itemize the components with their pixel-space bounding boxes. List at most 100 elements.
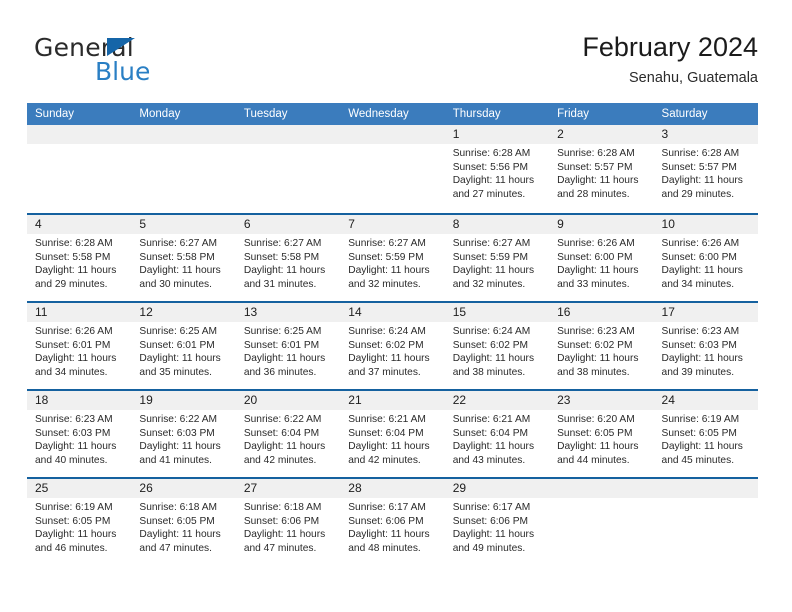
calendar-day-cell[interactable]: 6 Sunrise: 6:27 AM Sunset: 5:58 PM Daylight…: [235, 215, 341, 301]
sunset-text: Sunset: 6:01 PM: [139, 339, 215, 351]
daylight-text: Daylight: 11 hours and 45 minutes.: [661, 441, 743, 466]
calendar-day-cell[interactable]: 3 Sunrise: 6:28 AM Sunset: 5:57 PM Daylight…: [653, 125, 758, 213]
day-sun-info: Sunrise: 6:17 AM Sunset: 6:06 PM Daylight:…: [445, 498, 549, 555]
calendar-day-cell[interactable]: 10 Sunrise: 6:26 AM Sunset: 6:00 PM Dayligh…: [653, 215, 758, 301]
calendar-day-cell[interactable]: 15 Sunrise: 6:24 AM Sunset: 6:02 PM Dayligh…: [444, 303, 550, 389]
day-sun-info: Sunrise: 6:19 AM Sunset: 6:05 PM Daylight:…: [654, 410, 758, 467]
calendar-day-cell[interactable]: 4 Sunrise: 6:28 AM Sunset: 5:58 PM Daylight…: [27, 215, 132, 301]
sunrise-text: Sunrise: 6:26 AM: [661, 238, 740, 249]
general-blue-logo[interactable]: General Blue: [34, 34, 264, 96]
sunrise-text: Sunrise: 6:19 AM: [661, 414, 740, 425]
calendar-day-cell[interactable]: 29 Sunrise: 6:17 AM Sunset: 6:06 PM Dayligh…: [444, 479, 550, 565]
calendar-day-cell[interactable]: 23 Sunrise: 6:20 AM Sunset: 6:05 PM Dayligh…: [549, 391, 654, 477]
weekday-header-saturday: Saturday: [661, 108, 708, 120]
day-number: 28: [340, 479, 445, 498]
calendar-day-cell[interactable]: 7 Sunrise: 6:27 AM Sunset: 5:59 PM Daylight…: [340, 215, 445, 301]
sunset-text: Sunset: 6:05 PM: [139, 515, 215, 527]
calendar-day-cell-empty: [27, 125, 132, 213]
sunrise-text: Sunrise: 6:27 AM: [243, 238, 322, 249]
logo-triangle-icon: [107, 38, 135, 56]
logo-text-blue: Blue: [95, 57, 151, 86]
daylight-text: Daylight: 11 hours and 44 minutes.: [557, 441, 639, 466]
calendar-day-cell[interactable]: 12 Sunrise: 6:25 AM Sunset: 6:01 PM Dayligh…: [131, 303, 236, 389]
day-number: [340, 125, 445, 144]
day-sun-info: Sunrise: 6:18 AM Sunset: 6:05 PM Daylight:…: [131, 498, 235, 555]
calendar-week-row: 18 Sunrise: 6:23 AM Sunset: 6:03 PM Dayligh…: [27, 389, 758, 477]
calendar-day-cell[interactable]: 20 Sunrise: 6:22 AM Sunset: 6:04 PM Dayligh…: [235, 391, 341, 477]
sunrise-text: Sunrise: 6:21 AM: [348, 414, 426, 425]
calendar-day-cell[interactable]: 19 Sunrise: 6:22 AM Sunset: 6:03 PM Dayligh…: [131, 391, 236, 477]
calendar-day-cell[interactable]: 11 Sunrise: 6:26 AM Sunset: 6:01 PM Dayligh…: [27, 303, 132, 389]
weekday-header-sunday: Sunday: [35, 108, 75, 120]
sunrise-text: Sunrise: 6:17 AM: [452, 502, 531, 513]
sunset-text: Sunset: 6:04 PM: [243, 427, 320, 439]
sunset-text: Sunset: 6:02 PM: [452, 339, 529, 351]
calendar-week-row: 11 Sunrise: 6:26 AM Sunset: 6:01 PM Dayligh…: [27, 301, 758, 389]
calendar-day-cell[interactable]: 1 Sunrise: 6:28 AM Sunset: 5:56 PM Daylight…: [444, 125, 550, 213]
sunset-text: Sunset: 6:02 PM: [557, 339, 633, 351]
day-number: 19: [131, 391, 236, 410]
calendar-day-cell[interactable]: 16 Sunrise: 6:23 AM Sunset: 6:02 PM Dayligh…: [549, 303, 654, 389]
day-number: 5: [131, 215, 236, 234]
calendar-day-cell[interactable]: 22 Sunrise: 6:21 AM Sunset: 6:04 PM Dayligh…: [444, 391, 550, 477]
calendar-day-cell[interactable]: 26 Sunrise: 6:18 AM Sunset: 6:05 PM Dayligh…: [131, 479, 236, 565]
sunrise-text: Sunrise: 6:23 AM: [35, 414, 113, 425]
calendar-day-cell[interactable]: 27 Sunrise: 6:18 AM Sunset: 6:06 PM Dayligh…: [235, 479, 341, 565]
day-number: [235, 125, 341, 144]
calendar-day-cell-empty: [131, 125, 236, 213]
sunrise-text: Sunrise: 6:18 AM: [243, 502, 322, 513]
day-sun-info: Sunrise: 6:23 AM Sunset: 6:03 PM Daylight:…: [27, 410, 131, 467]
weekday-header-row: Sunday Monday Tuesday Wednesday Thursday Frid…: [27, 103, 758, 125]
page-header: General Blue February 2024 Senahu, Guate…: [34, 30, 758, 96]
calendar-day-cell[interactable]: 5 Sunrise: 6:27 AM Sunset: 5:58 PM Daylight…: [131, 215, 236, 301]
sunrise-text: Sunrise: 6:24 AM: [452, 326, 531, 337]
sunrise-text: Sunrise: 6:26 AM: [35, 326, 113, 337]
calendar-day-cell[interactable]: 18 Sunrise: 6:23 AM Sunset: 6:03 PM Dayligh…: [27, 391, 132, 477]
day-sun-info: Sunrise: 6:28 AM Sunset: 5:57 PM Daylight:…: [549, 144, 653, 201]
calendar-day-cell[interactable]: 17 Sunrise: 6:23 AM Sunset: 6:03 PM Dayligh…: [653, 303, 758, 389]
day-number: 11: [27, 303, 132, 322]
day-number: [549, 479, 654, 498]
sunset-text: Sunset: 6:06 PM: [452, 515, 529, 527]
day-sun-info: Sunrise: 6:24 AM Sunset: 6:02 PM Daylight:…: [445, 322, 549, 379]
day-number: 29: [444, 479, 550, 498]
calendar-day-cell[interactable]: 13 Sunrise: 6:25 AM Sunset: 6:01 PM Dayligh…: [235, 303, 341, 389]
calendar-day-cell[interactable]: 14 Sunrise: 6:24 AM Sunset: 6:02 PM Dayligh…: [340, 303, 445, 389]
sunrise-text: Sunrise: 6:25 AM: [139, 326, 218, 337]
calendar-day-cell[interactable]: 8 Sunrise: 6:27 AM Sunset: 5:59 PM Daylight…: [444, 215, 550, 301]
weekday-header-thursday: Thursday: [452, 108, 501, 120]
weekday-header-monday: Monday: [139, 108, 181, 120]
sunrise-text: Sunrise: 6:28 AM: [661, 148, 740, 159]
day-number: 18: [27, 391, 132, 410]
day-number: 23: [549, 391, 654, 410]
calendar-day-cell[interactable]: 9 Sunrise: 6:26 AM Sunset: 6:00 PM Daylight…: [549, 215, 654, 301]
day-number: 27: [235, 479, 341, 498]
day-sun-info: Sunrise: 6:23 AM Sunset: 6:02 PM Daylight:…: [549, 322, 653, 379]
sunset-text: Sunset: 6:05 PM: [661, 427, 737, 439]
calendar-day-cell[interactable]: 24 Sunrise: 6:19 AM Sunset: 6:05 PM Dayligh…: [653, 391, 758, 477]
daylight-text: Daylight: 11 hours and 27 minutes.: [452, 175, 535, 200]
calendar-day-cell[interactable]: 21 Sunrise: 6:21 AM Sunset: 6:04 PM Dayligh…: [340, 391, 445, 477]
day-number: 8: [444, 215, 550, 234]
calendar-week-row: 25 Sunrise: 6:19 AM Sunset: 6:05 PM Dayligh…: [27, 477, 758, 565]
calendar-day-cell[interactable]: 2 Sunrise: 6:28 AM Sunset: 5:57 PM Daylight…: [549, 125, 654, 213]
daylight-text: Daylight: 11 hours and 38 minutes.: [557, 353, 639, 378]
sunrise-text: Sunrise: 6:27 AM: [452, 238, 531, 249]
sunset-text: Sunset: 6:03 PM: [661, 339, 737, 351]
day-sun-info: Sunrise: 6:27 AM Sunset: 5:59 PM Daylight:…: [340, 234, 444, 291]
day-sun-info: Sunrise: 6:20 AM Sunset: 6:05 PM Daylight:…: [549, 410, 653, 467]
calendar-day-cell-empty: [340, 125, 445, 213]
day-number: 3: [653, 125, 758, 144]
sunrise-text: Sunrise: 6:28 AM: [557, 148, 635, 159]
day-sun-info: Sunrise: 6:26 AM Sunset: 6:00 PM Daylight:…: [654, 234, 758, 291]
day-number: 1: [444, 125, 550, 144]
daylight-text: Daylight: 11 hours and 43 minutes.: [452, 441, 535, 466]
day-number: 14: [340, 303, 445, 322]
daylight-text: Daylight: 11 hours and 29 minutes.: [35, 265, 117, 290]
sunrise-text: Sunrise: 6:27 AM: [348, 238, 426, 249]
calendar-day-cell[interactable]: 28 Sunrise: 6:17 AM Sunset: 6:06 PM Dayligh…: [340, 479, 445, 565]
sunrise-text: Sunrise: 6:23 AM: [557, 326, 635, 337]
calendar-day-cell[interactable]: 25 Sunrise: 6:19 AM Sunset: 6:05 PM Dayligh…: [27, 479, 132, 565]
day-sun-info: Sunrise: 6:25 AM Sunset: 6:01 PM Daylight:…: [236, 322, 340, 379]
sunrise-text: Sunrise: 6:27 AM: [139, 238, 218, 249]
